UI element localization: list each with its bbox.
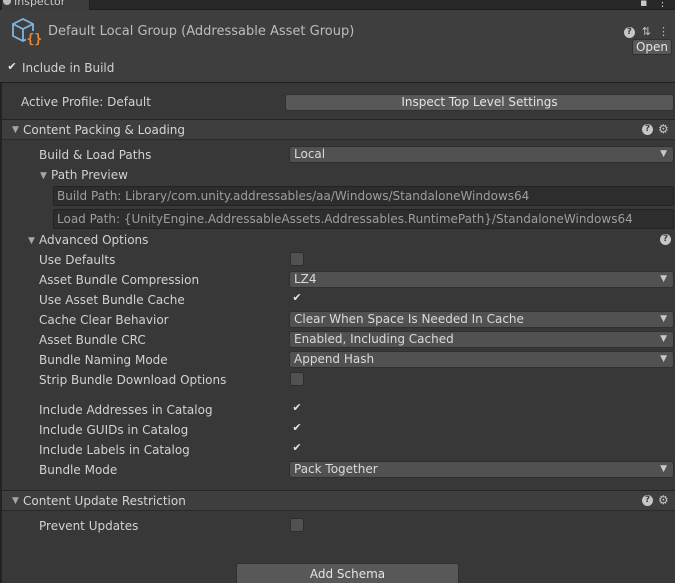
asset-bundle-crc-dropdown[interactable]: Enabled, Including Cached ▼ bbox=[289, 331, 674, 348]
window-menu-icon[interactable]: ▪ ⋮ bbox=[640, 0, 671, 9]
use-asset-bundle-cache-checkbox[interactable]: ✔ bbox=[290, 292, 304, 306]
kebab-menu-icon[interactable]: ⋮ bbox=[658, 25, 669, 38]
content-packing-section-header[interactable]: ▼ Content Packing & Loading ? ⚙ bbox=[2, 119, 675, 140]
build-load-paths-value: Local bbox=[294, 147, 326, 161]
triangle-down-icon[interactable]: ▼ bbox=[40, 171, 47, 181]
tab-inspector[interactable]: Inspector bbox=[0, 0, 90, 10]
build-path-field[interactable]: Build Path: Library/com.unity.addressabl… bbox=[53, 186, 674, 206]
help-icon[interactable]: ? bbox=[623, 27, 635, 38]
bundle-naming-mode-label: Bundle Naming Mode bbox=[39, 353, 168, 367]
include-guids-in-catalog-checkbox[interactable]: ✔ bbox=[290, 422, 304, 436]
include-guids-in-catalog-label: Include GUIDs in Catalog bbox=[39, 423, 189, 437]
bundle-naming-mode-dropdown[interactable]: Append Hash ▼ bbox=[289, 351, 674, 368]
content-update-section-header[interactable]: ▼ Content Update Restriction ? ⚙ bbox=[2, 490, 675, 511]
svg-text:{}: {} bbox=[27, 32, 43, 46]
bundle-mode-dropdown[interactable]: Pack Together ▼ bbox=[289, 461, 674, 478]
active-profile-label: Active Profile: Default bbox=[21, 95, 151, 109]
prevent-updates-label: Prevent Updates bbox=[39, 519, 139, 533]
help-icon[interactable]: ? bbox=[660, 234, 671, 245]
asset-bundle-compression-dropdown[interactable]: LZ4 ▼ bbox=[289, 271, 674, 288]
window-tab-bar: Inspector ▪ ⋮ bbox=[0, 0, 675, 10]
inspector-tab-icon bbox=[3, 0, 11, 5]
gear-icon[interactable]: ⚙ bbox=[658, 494, 669, 506]
asset-bundle-compression-value: LZ4 bbox=[294, 272, 317, 286]
help-icon[interactable]: ? bbox=[642, 495, 653, 506]
cache-clear-behavior-dropdown[interactable]: Clear When Space Is Needed In Cache ▼ bbox=[289, 311, 674, 328]
addressable-group-icon: {} bbox=[10, 16, 43, 47]
content-packing-title: Content Packing & Loading bbox=[23, 123, 186, 137]
asset-bundle-crc-label: Asset Bundle CRC bbox=[39, 333, 146, 347]
include-labels-in-catalog-label: Include Labels in Catalog bbox=[39, 443, 190, 457]
page-title: Default Local Group (Addressable Asset G… bbox=[48, 24, 355, 39]
bundle-mode-label: Bundle Mode bbox=[39, 463, 118, 477]
use-asset-bundle-cache-label: Use Asset Bundle Cache bbox=[39, 293, 185, 307]
cache-clear-behavior-value: Clear When Space Is Needed In Cache bbox=[294, 312, 524, 326]
inspect-top-level-settings-button[interactable]: Inspect Top Level Settings bbox=[285, 94, 674, 111]
use-defaults-label: Use Defaults bbox=[39, 253, 116, 267]
include-in-build-label: Include in Build bbox=[22, 61, 115, 75]
open-button[interactable]: Open bbox=[632, 39, 672, 55]
tab-inspector-label: Inspector bbox=[14, 0, 66, 8]
path-preview-label[interactable]: Path Preview bbox=[51, 168, 128, 182]
include-addresses-in-catalog-label: Include Addresses in Catalog bbox=[39, 403, 213, 417]
build-load-paths-label: Build & Load Paths bbox=[39, 148, 152, 162]
include-labels-in-catalog-checkbox[interactable]: ✔ bbox=[290, 442, 304, 456]
use-defaults-checkbox[interactable] bbox=[290, 252, 304, 266]
strip-bundle-download-options-label: Strip Bundle Download Options bbox=[39, 373, 227, 387]
prevent-updates-checkbox[interactable] bbox=[290, 518, 304, 532]
sliders-icon[interactable]: ⇅ bbox=[642, 25, 651, 38]
include-in-build-checkbox[interactable]: ✔ bbox=[5, 61, 19, 75]
bundle-naming-mode-value: Append Hash bbox=[294, 352, 375, 366]
chevron-down-icon: ▼ bbox=[660, 464, 667, 474]
help-icon[interactable]: ? bbox=[642, 124, 653, 135]
inspector-header: {} Default Local Group (Addressable Asse… bbox=[0, 10, 675, 83]
strip-bundle-download-options-checkbox[interactable] bbox=[290, 372, 304, 386]
triangle-down-icon: ▼ bbox=[12, 496, 19, 506]
chevron-down-icon: ▼ bbox=[660, 334, 667, 344]
include-addresses-in-catalog-checkbox[interactable]: ✔ bbox=[290, 402, 304, 416]
chevron-down-icon: ▼ bbox=[660, 314, 667, 324]
gear-icon[interactable]: ⚙ bbox=[658, 123, 669, 135]
cache-clear-behavior-label: Cache Clear Behavior bbox=[39, 313, 169, 327]
load-path-field[interactable]: Load Path: {UnityEngine.AddressableAsset… bbox=[53, 209, 674, 229]
triangle-down-icon: ▼ bbox=[12, 125, 19, 135]
add-schema-button[interactable]: Add Schema bbox=[236, 563, 459, 583]
asset-bundle-compression-label: Asset Bundle Compression bbox=[39, 273, 200, 287]
build-load-paths-dropdown[interactable]: Local ▼ bbox=[289, 146, 674, 163]
content-update-title: Content Update Restriction bbox=[23, 494, 186, 508]
chevron-down-icon: ▼ bbox=[660, 354, 667, 364]
chevron-down-icon: ▼ bbox=[660, 274, 667, 284]
triangle-down-icon[interactable]: ▼ bbox=[28, 236, 35, 246]
asset-bundle-crc-value: Enabled, Including Cached bbox=[294, 332, 454, 346]
bundle-mode-value: Pack Together bbox=[294, 462, 378, 476]
advanced-options-label[interactable]: Advanced Options bbox=[39, 233, 148, 247]
header-icons: ? ⇅ ⋮ bbox=[623, 25, 669, 38]
chevron-down-icon: ▼ bbox=[660, 149, 667, 159]
